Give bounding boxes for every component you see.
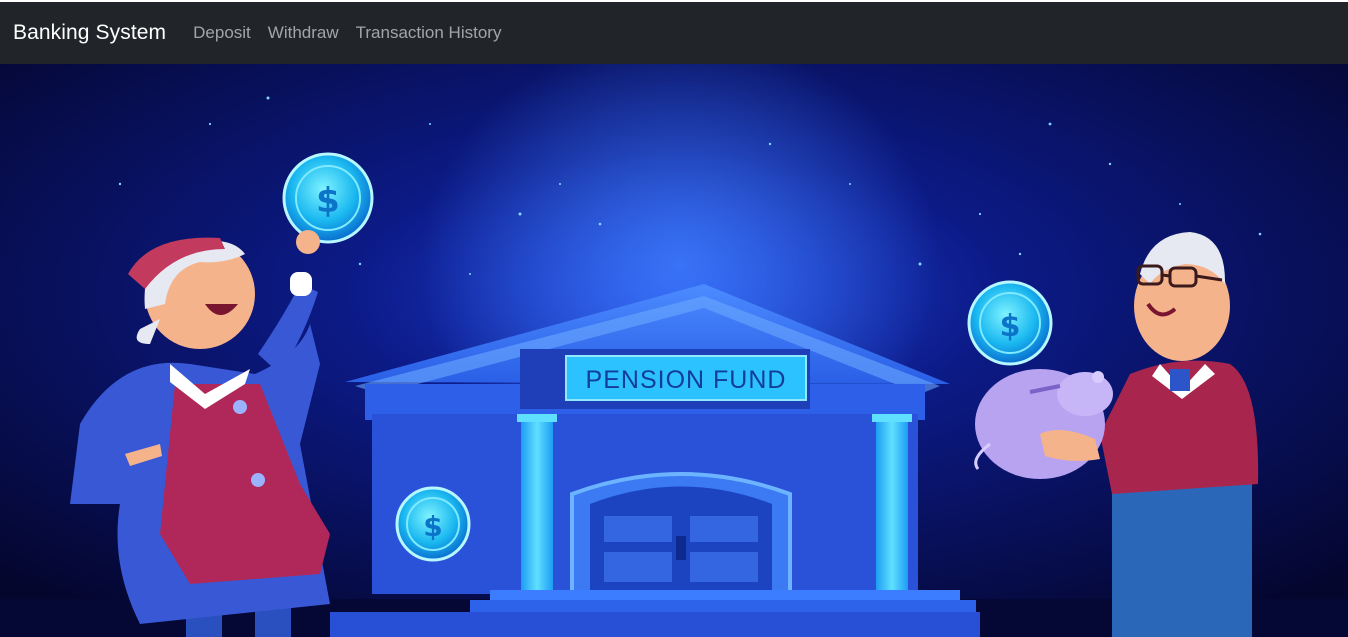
coin-icon: $ bbox=[282, 152, 374, 244]
nav-link-deposit[interactable]: Deposit bbox=[193, 23, 251, 43]
svg-text:$: $ bbox=[423, 510, 442, 543]
nav-link-withdraw[interactable]: Withdraw bbox=[268, 23, 339, 43]
hero-banner: PENSION FUND $ $ $ bbox=[0, 64, 1348, 637]
sign-text: PENSION FUND bbox=[586, 366, 787, 394]
coin-icon: $ bbox=[967, 280, 1053, 366]
top-navbar: Banking System Deposit Withdraw Transact… bbox=[0, 2, 1348, 64]
svg-text:$: $ bbox=[1000, 309, 1021, 344]
navbar-brand[interactable]: Banking System bbox=[13, 21, 166, 45]
nav-link-transaction-history[interactable]: Transaction History bbox=[356, 23, 502, 43]
svg-text:$: $ bbox=[316, 181, 340, 221]
pension-fund-illustration: PENSION FUND $ $ $ bbox=[0, 64, 1348, 637]
coin-icon: $ bbox=[395, 486, 471, 562]
